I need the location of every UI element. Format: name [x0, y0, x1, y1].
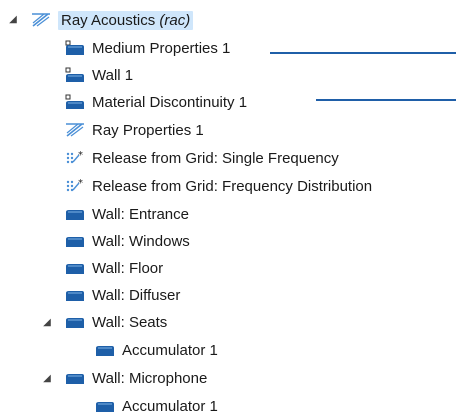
node-label: Medium Properties 1 [92, 39, 231, 57]
node-label: Release from Grid: Frequency Distributio… [92, 177, 373, 195]
wall-icon [66, 210, 84, 220]
node-label: Material Discontinuity 1 [92, 93, 248, 111]
wall-icon [66, 237, 84, 247]
wall-icon [66, 264, 84, 274]
tree-node-accumulator-seats[interactable]: Accumulator 1 [94, 338, 218, 362]
node-label: Wall: Windows [92, 232, 190, 250]
wall-icon [66, 318, 84, 328]
release-grid-icon: * [66, 150, 83, 164]
node-label: Ray Properties 1 [92, 121, 204, 139]
collapse-arrow-icon[interactable]: ◢ [8, 15, 18, 25]
svg-text:*: * [78, 150, 83, 161]
tree-node-release-single[interactable]: * Release from Grid: Single Frequency [64, 146, 339, 170]
tree-node-ray-properties[interactable]: Ray Properties 1 [64, 118, 204, 142]
tree-node-accumulator-microphone[interactable]: Accumulator 1 [94, 394, 218, 418]
callout-line [316, 99, 456, 101]
domain-wall-icon [65, 40, 84, 55]
tree-node-wall-diffuser[interactable]: Wall: Diffuser [64, 283, 180, 307]
boundary-wall-icon [65, 67, 84, 82]
collapse-arrow-icon[interactable]: ◢ [42, 374, 52, 384]
ray-acoustics-icon [32, 13, 50, 27]
node-label: Wall: Diffuser [92, 286, 181, 304]
tree-node-material-discontinuity[interactable]: Material Discontinuity 1 [64, 90, 247, 114]
tree-node-medium-properties[interactable]: Medium Properties 1 [64, 36, 230, 60]
tree-node-release-distribution[interactable]: * Release from Grid: Frequency Distribut… [64, 174, 372, 198]
node-label: Wall: Entrance [92, 205, 189, 223]
accumulator-icon [96, 346, 114, 356]
collapse-arrow-icon[interactable]: ◢ [42, 318, 52, 328]
ray-properties-icon [66, 123, 84, 137]
release-grid-icon: * [66, 178, 83, 192]
node-label: Accumulator 1 [122, 397, 218, 415]
root-tag: (rac) [159, 11, 191, 29]
node-label: Wall 1 [92, 66, 134, 84]
tree-node-wall-microphone[interactable]: Wall: Microphone [64, 366, 207, 390]
root-label-box: Ray Acoustics (rac) [58, 10, 194, 30]
tree-node-wall-floor[interactable]: Wall: Floor [64, 256, 163, 280]
node-label: Wall: Floor [92, 259, 164, 277]
model-tree: ◢ Ray Acoustics (rac) Medium Properties … [0, 0, 456, 419]
root-label: Ray Acoustics [61, 11, 156, 29]
node-label: Wall: Seats [92, 313, 168, 331]
tree-node-wall-entrance[interactable]: Wall: Entrance [64, 202, 189, 226]
accumulator-icon [96, 402, 114, 412]
svg-text:*: * [78, 178, 83, 189]
node-label: Wall: Microphone [92, 369, 208, 387]
node-label: Accumulator 1 [122, 341, 218, 359]
tree-node-wall-seats[interactable]: Wall: Seats [64, 310, 167, 334]
callout-line [270, 52, 456, 54]
boundary-wall-icon [65, 94, 84, 109]
tree-node-wall-1[interactable]: Wall 1 [64, 63, 133, 87]
tree-node-ray-acoustics[interactable]: Ray Acoustics (rac) [30, 8, 194, 32]
node-label: Release from Grid: Single Frequency [92, 149, 339, 167]
wall-icon [66, 374, 84, 384]
tree-node-wall-windows[interactable]: Wall: Windows [64, 229, 190, 253]
wall-icon [66, 291, 84, 301]
